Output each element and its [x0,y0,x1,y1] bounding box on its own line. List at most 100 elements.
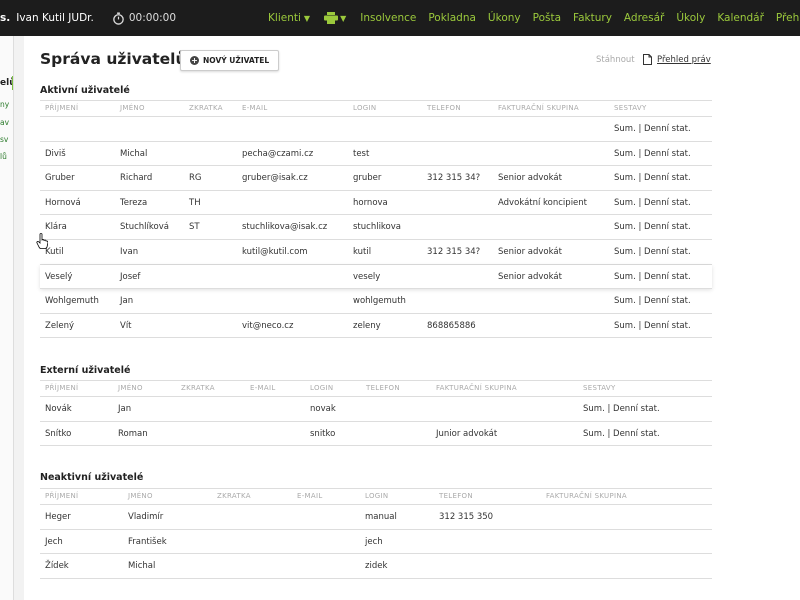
sidebar-item[interactable]: lů [0,152,7,161]
column-header: TELEFON [366,384,400,392]
table-cell: Gruber [45,173,75,184]
table-cell: jech [365,536,383,547]
table-cell: test [353,148,370,159]
table-cell: hornova [353,197,388,208]
top-navigation-bar: s. Ivan Kutil JUDr. 00:00:00 Klienti ▼ ▼ … [0,0,800,36]
menu-item-kalendar[interactable]: Kalendář [711,12,770,24]
table-cell: RG [189,173,202,184]
table-cell: Jan [118,404,132,414]
sidebar-item[interactable]: av [0,118,9,127]
user-name: Ivan Kutil JUDr. [16,12,94,24]
table-cell: vit@neco.cz [242,320,294,331]
active-users-title: Aktivní uživatelé [40,85,130,96]
table-cell: Ivan [120,246,139,257]
table-row[interactable]: Heger Vladimír manual 312 315 350 [40,505,712,530]
table-cell: Klára [45,222,67,233]
reports-link[interactable]: Sum. | Denní stat. [614,198,691,208]
table-cell: TH [189,197,201,208]
inactive-users-title: Neaktivní uživatelé [40,472,144,483]
column-header: SESTAVY [583,384,616,392]
table-cell: Novák [45,404,72,414]
table-cell: Michal [120,148,148,159]
column-header: PŘÍJMENÍ [45,104,79,112]
menu-item-posta[interactable]: Pošta [527,12,567,24]
menu-item-ukoly[interactable]: Úkoly [670,12,711,24]
reports-link[interactable]: Sum. | Denní stat. [614,296,691,306]
table-row[interactable]: Žídek Michal zidek [40,554,712,579]
print-menu[interactable]: ▼ [316,12,354,24]
reports-link[interactable]: Sum. | Denní stat. [614,272,691,282]
table-cell: snitko [310,428,336,439]
menu-item-ukony[interactable]: Úkony [482,12,527,24]
chevron-down-icon: ▼ [303,13,311,23]
table-row[interactable]: Veselý Josef vesely Senior advokát Sum. | De… [40,264,712,290]
menu-item-pokladna[interactable]: Pokladna [422,12,482,24]
external-users-title: Externí uživatelé [40,365,131,376]
reports-link[interactable]: Sum. | Denní stat. [614,247,691,257]
column-header: FAKTURAČNÍ SKUPINA [546,492,627,500]
table-row[interactable]: Novák Jan novak Sum. | Denní stat. [40,397,712,422]
permissions-overview-link[interactable]: Přehled práv [657,55,711,65]
table-cell: 312 315 34? [427,246,481,257]
column-header: E-MAIL [250,384,276,392]
table-row[interactable]: Jech František jech [40,530,712,555]
table-row[interactable]: Kutil Ivan kutil@kutil.com kutil 312 315 34?… [40,240,712,265]
reports-link[interactable]: Sum. | Denní stat. [614,321,691,331]
table-row[interactable]: Zelený Vít vit@neco.cz zeleny 868865886 Sum. … [40,314,712,339]
sidebar-item[interactable]: ny [0,100,9,109]
table-cell: Senior advokát [498,271,562,282]
sidebar-item[interactable]: sv [0,135,8,144]
menu-item-insolvence[interactable]: Insolvence [354,12,422,24]
inactive-users-table: PŘÍJMENÍ JMÉNO ZKRATKA E-MAIL LOGIN TELE… [40,488,712,579]
table-cell: Jech [45,536,63,547]
table-cell: Tereza [120,197,148,208]
table-cell: Jan [120,296,134,307]
column-header: TELEFON [439,492,473,500]
reports-link[interactable]: Sum. | Denní stat. [583,404,660,414]
table-cell: Zelený [45,320,75,331]
table-cell: Veselý [45,271,73,282]
main-menu: Klienti ▼ ▼ Insolvence Pokladna Úkony Poš… [262,12,800,24]
table-cell: novak [310,404,336,414]
table-cell: Snítko [45,428,72,439]
menu-item-adresar[interactable]: Adresář [618,12,670,24]
table-cell: stuchlikova@isak.cz [242,222,328,233]
reports-link[interactable]: Sum. | Denní stat. [614,149,691,159]
plus-icon: + [190,56,199,65]
download-label: Stáhnout [596,55,635,65]
table-cell: wohlgemuth [353,296,406,307]
table-cell: Heger [45,512,71,522]
reports-link[interactable]: Sum. | Denní stat. [614,222,691,232]
table-cell: gruber@isak.cz [242,173,308,184]
user-menu[interactable]: Ivan Kutil JUDr. [16,12,94,24]
table-row[interactable]: Gruber Richard RG gruber@isak.cz gruber 312 3… [40,166,712,191]
table-cell: Hornová [45,197,81,208]
timer[interactable]: 00:00:00 [112,11,176,25]
table-header: PŘÍJMENÍ JMÉNO ZKRATKA E-MAIL LOGIN TELE… [40,380,712,397]
menu-item-faktury[interactable]: Faktury [567,12,618,24]
reports-link[interactable]: Sum. | Denní stat. [614,124,691,134]
table-cell: 312 315 34? [427,173,481,184]
reports-link[interactable]: Sum. | Denní stat. [614,173,691,183]
reports-link[interactable]: Sum. | Denní stat. [583,429,660,439]
column-header: ZKRATKA [181,384,215,392]
column-header: FAKTURAČNÍ SKUPINA [498,104,579,112]
table-row[interactable]: Klára Stuchlíková ST stuchlikova@isak.cz stu… [40,215,712,240]
table-row[interactable]: Snítko Roman snitko Junior advokát Sum. | De… [40,422,712,447]
table-cell: Michal [128,561,156,572]
table-cell: Vít [120,320,132,331]
column-header: E-MAIL [297,492,323,500]
menu-item-prehledy[interactable]: Přehledy [770,12,800,24]
table-row[interactable]: Sum. | Denní stat. [40,117,712,142]
column-header: ZKRATKA [189,104,223,112]
table-cell: Wohlgemuth [45,296,99,307]
menu-item-klienti[interactable]: Klienti ▼ [262,12,316,24]
table-row[interactable]: Hornová Tereza TH hornova Advokátní koncipie… [40,191,712,216]
column-header: E-MAIL [242,104,268,112]
table-row[interactable]: Wohlgemuth Jan wohlgemuth Sum. | Denní stat… [40,289,712,314]
table-cell: 868865886 [427,320,476,331]
table-cell: Advokátní koncipient [498,197,588,208]
chevron-down-icon: ▼ [340,13,347,23]
new-user-button[interactable]: + NOVÝ UŽIVATEL [180,50,280,71]
table-row[interactable]: Diviš Michal pecha@czami.cz test Sum. | Denn… [40,142,712,167]
